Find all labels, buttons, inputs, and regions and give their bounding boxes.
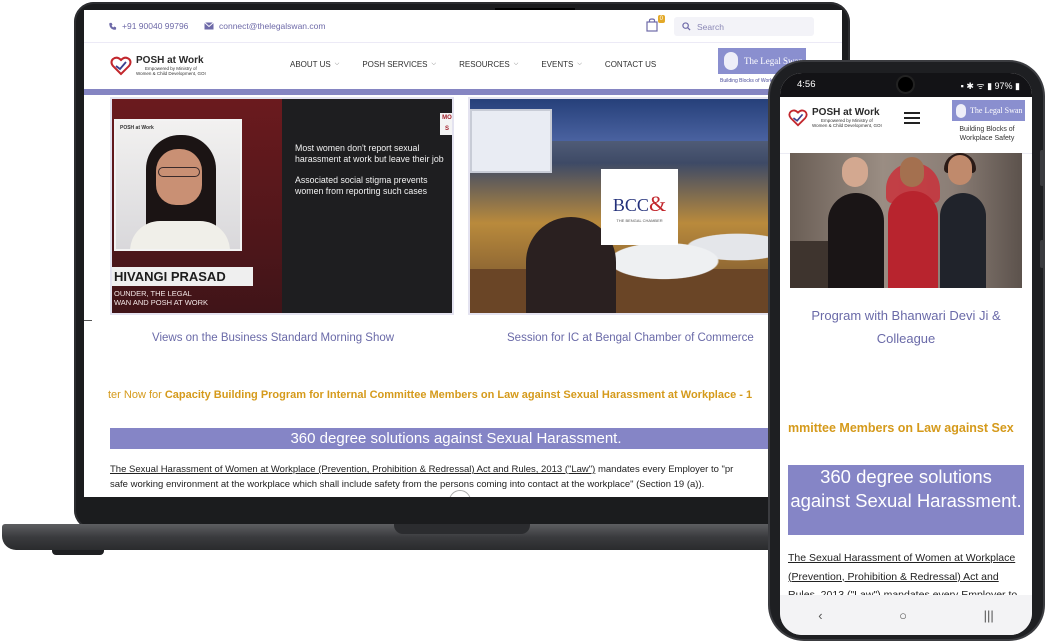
nav-events[interactable]: EVENTS ⌵ — [541, 60, 582, 69]
phone-volume-button — [1040, 150, 1044, 186]
home-icon[interactable]: ○ — [899, 608, 907, 623]
announcement-marquee[interactable]: ter Now for Capacity Building Program fo… — [108, 389, 752, 401]
video-caption[interactable]: Views on the Business Standard Morning S… — [152, 332, 394, 344]
chevron-down-icon: ⌵ — [577, 61, 582, 67]
video-quote-2: Associated social stigma prevents women … — [295, 175, 428, 196]
laptop-bezel — [84, 497, 842, 524]
swan-hand-icon — [724, 52, 738, 70]
nav-about-us-label: ABOUT US — [290, 60, 331, 69]
shopping-bag-icon — [646, 18, 658, 32]
event-caption[interactable]: Session for IC at Bengal Chamber of Comm… — [507, 332, 754, 344]
chevron-down-icon: ⌵ — [334, 61, 340, 67]
search-placeholder: Search — [697, 21, 724, 32]
solutions-banner: 360 degree solutions against Sexual Hara… — [110, 428, 842, 449]
nav-resources-label: RESOURCES — [459, 60, 510, 69]
phone-screen: 4:56 ▪ ✱ ᯤ ▮ 97% ▮ POSH at Work Empowere… — [780, 73, 1032, 635]
projector-screen — [470, 109, 552, 173]
device-mockup: +91 90040 99796 connect@thelegalswan.com… — [0, 0, 1045, 642]
speaker-role: OUNDER, THE LEGAL WAN AND POSH AT WORK — [114, 289, 208, 307]
law-line-2: safe working environment at the workplac… — [110, 479, 705, 490]
bcc-logo-amp: & — [648, 191, 667, 216]
marquee-bold: Capacity Building Program for Internal C… — [164, 389, 753, 401]
nav-menu: ABOUT US ⌵ POSH SERVICES ⌵ RESOURCES ⌵ EVEN… — [290, 60, 679, 69]
phone-header: POSH at Work Empowered by Ministry of Wo… — [780, 97, 1032, 153]
phone-status-bar: 4:56 ▪ ✱ ᯤ ▮ 97% ▮ — [780, 73, 1032, 97]
nav-contact-us[interactable]: CONTACT US — [605, 60, 656, 69]
channel-chip: MO S — [440, 113, 452, 135]
bcc-logo-sub: THE BENGAL CHAMBER — [616, 218, 663, 223]
swan-hand-icon — [956, 103, 966, 118]
posh-heart-logo-icon — [110, 56, 132, 76]
law-rest: mandates every Employer to "pr — [595, 464, 734, 475]
main-navbar: POSH at Work Empowered by Ministry of Wo… — [84, 43, 842, 89]
phone-power-button — [1040, 240, 1044, 268]
media-carousel: POSH at Work MO S Most women don't repor… — [84, 95, 842, 321]
phone-number: +91 90040 99796 — [122, 21, 189, 31]
phone-logo-subtitle-2: Women & Child Development, GOI — [812, 123, 882, 128]
video-mini-logo: POSH at Work — [120, 125, 154, 131]
phone-contact[interactable]: +91 90040 99796 — [108, 21, 188, 31]
law-link[interactable]: The Sexual Harassment of Women at Workpl… — [110, 464, 595, 475]
speaker-role-1: OUNDER, THE LEGAL — [114, 289, 192, 298]
video-quote-1: Most women don't report sexual harassmen… — [295, 143, 444, 164]
email-address: connect@thelegalswan.com — [219, 21, 326, 31]
logo-title: POSH at Work — [136, 55, 204, 66]
program-photo[interactable] — [790, 153, 1022, 288]
nav-posh-services-label: POSH SERVICES — [362, 60, 428, 69]
chevron-down-icon: ⌵ — [513, 61, 519, 67]
battery-icon: ▮ — [1012, 81, 1020, 91]
back-icon[interactable]: ‹ — [818, 608, 822, 623]
nav-events-label: EVENTS — [541, 60, 574, 69]
top-bar: +91 90040 99796 connect@thelegalswan.com… — [84, 10, 842, 43]
status-indicators-icon: ▪ ✱ ᯤ ▮ — [960, 81, 995, 91]
search-input[interactable]: Search — [674, 17, 814, 36]
recent-apps-icon[interactable]: ||| — [984, 608, 994, 623]
laptop-foot-left — [52, 550, 104, 555]
search-icon — [682, 22, 691, 31]
speaker-role-2: WAN AND POSH AT WORK — [114, 298, 209, 307]
bcc-logo-text: BCC — [612, 195, 649, 215]
laptop-groove — [394, 524, 530, 534]
slider-prev-icon[interactable] — [84, 320, 92, 321]
phone-announcement-marquee[interactable]: mmittee Members on Law against Sex — [788, 421, 1014, 435]
phone-nav-bar: ‹ ○ ||| — [780, 595, 1032, 635]
battery-level: 97% — [994, 81, 1013, 91]
email-contact[interactable]: connect@thelegalswan.com — [204, 21, 325, 31]
phone-site-logo[interactable]: POSH at Work Empowered by Ministry of Wo… — [788, 108, 882, 128]
nav-resources[interactable]: RESOURCES ⌵ — [459, 60, 518, 69]
laptop-screen: +91 90040 99796 connect@thelegalswan.com… — [84, 10, 842, 497]
status-time: 4:56 — [797, 79, 816, 90]
cart-count-badge: 0 — [657, 15, 665, 23]
phone-legal-swan-logo[interactable]: The Legal Swan — [952, 100, 1025, 121]
phone-law-link[interactable]: The Sexual Harassment of Women at Workpl… — [788, 552, 1017, 601]
phone-icon — [109, 22, 117, 30]
speaker-photo: POSH at Work — [114, 119, 242, 251]
cart-button[interactable]: 0 — [646, 15, 665, 33]
logo-subtitle-2: Women & Child Development, GOI — [136, 71, 206, 76]
posh-heart-logo-icon — [788, 109, 808, 127]
marquee-prefix: ter Now for — [108, 389, 165, 401]
phone-program-caption[interactable]: Program with Bhanwari Devi Ji & Colleagu… — [794, 304, 1018, 350]
hamburger-menu-icon[interactable] — [904, 112, 920, 124]
bcc-logo: BCC& THE BENGAL CHAMBER — [601, 169, 678, 245]
phone-solutions-banner: 360 degree solutions against Sexual Hara… — [788, 465, 1024, 535]
video-card[interactable]: POSH at Work MO S Most women don't repor… — [110, 97, 454, 315]
event-card[interactable]: BCC& THE BENGAL CHAMBER — [468, 97, 788, 315]
front-camera — [898, 77, 913, 92]
nav-posh-services[interactable]: POSH SERVICES ⌵ — [362, 60, 436, 69]
phone-legal-swan-label: The Legal Swan — [970, 106, 1023, 115]
video-quote: Most women don't report sexual harassmen… — [295, 143, 452, 207]
nav-about-us[interactable]: ABOUT US ⌵ — [290, 60, 339, 69]
mail-icon — [204, 22, 214, 30]
chevron-down-icon: ⌵ — [431, 61, 437, 67]
law-paragraph: The Sexual Harassment of Women at Workpl… — [110, 462, 842, 492]
speaker-name: HIVANGI PRASAD — [112, 267, 253, 286]
site-logo[interactable]: POSH at Work Empowered by Ministry of Wo… — [110, 55, 206, 77]
status-icons: ▪ ✱ ᯤ ▮ 97% ▮ — [961, 79, 1020, 92]
phone-legal-swan-tagline: Building Blocks of Workplace Safety — [959, 126, 1015, 142]
phone-logo-title: POSH at Work — [812, 107, 880, 118]
nav-contact-us-label: CONTACT US — [604, 60, 657, 69]
